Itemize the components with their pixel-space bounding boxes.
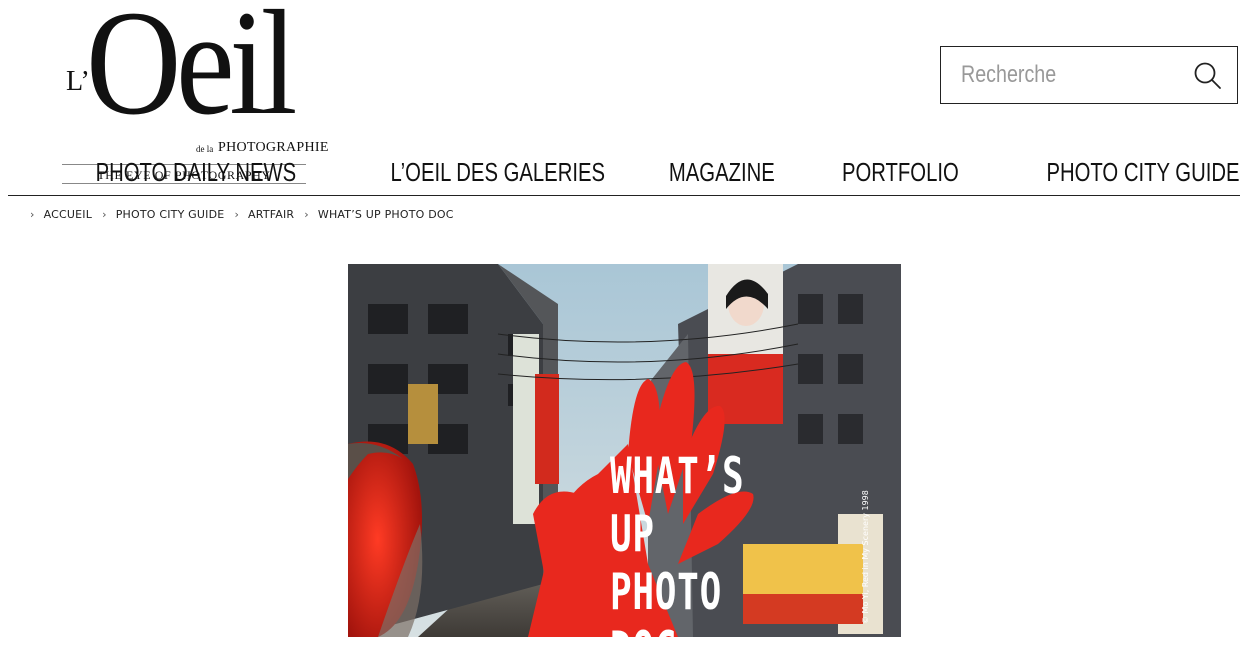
main-nav: PHOTO DAILY NEWS L’OEIL DES GALERIES MAG… <box>39 154 1240 190</box>
breadcrumb-chevron-icon: › <box>304 208 309 221</box>
breadcrumb-chevron-icon: › <box>30 208 35 221</box>
nav-portfolio[interactable]: PORTFOLIO <box>842 157 959 188</box>
header-divider <box>8 195 1240 196</box>
hero-credit: © Mo Yi, Red in My Scenery 1998 <box>861 490 870 624</box>
breadcrumb-chevron-icon: › <box>234 208 240 221</box>
nav-photo-daily-news[interactable]: PHOTO DAILY NEWS <box>95 157 296 188</box>
breadcrumb-item-accueil[interactable]: ACCUEIL <box>44 208 92 221</box>
logo-main-text: Oeil <box>86 0 297 146</box>
breadcrumb: › ACCUEIL › PHOTO CITY GUIDE › ARTFAIR ›… <box>30 208 464 221</box>
breadcrumb-chevron-icon: › <box>102 208 107 221</box>
breadcrumb-item-current: WHAT’S UP PHOTO DOC <box>317 208 454 221</box>
search-box <box>940 46 1238 104</box>
nav-photo-city-guide[interactable]: PHOTO CITY GUIDE <box>1047 157 1240 188</box>
breadcrumb-item-artfair[interactable]: ARTFAIR <box>248 208 294 221</box>
nav-magazine[interactable]: MAGAZINE <box>669 157 775 188</box>
search-icon[interactable] <box>1193 61 1223 91</box>
logo-de-la: de la <box>196 144 214 154</box>
nav-oeil-des-galeries[interactable]: L’OEIL DES GALERIES <box>390 157 605 188</box>
breadcrumb-item-photo-city-guide[interactable]: PHOTO CITY GUIDE <box>116 208 225 221</box>
search-input[interactable] <box>961 57 1142 93</box>
hero-poster-title: WHAT’S UP PHOTO DOC <box>610 447 745 637</box>
hero-image[interactable]: WHAT’S UP PHOTO DOC © Mo Yi, Red in My S… <box>348 264 901 637</box>
